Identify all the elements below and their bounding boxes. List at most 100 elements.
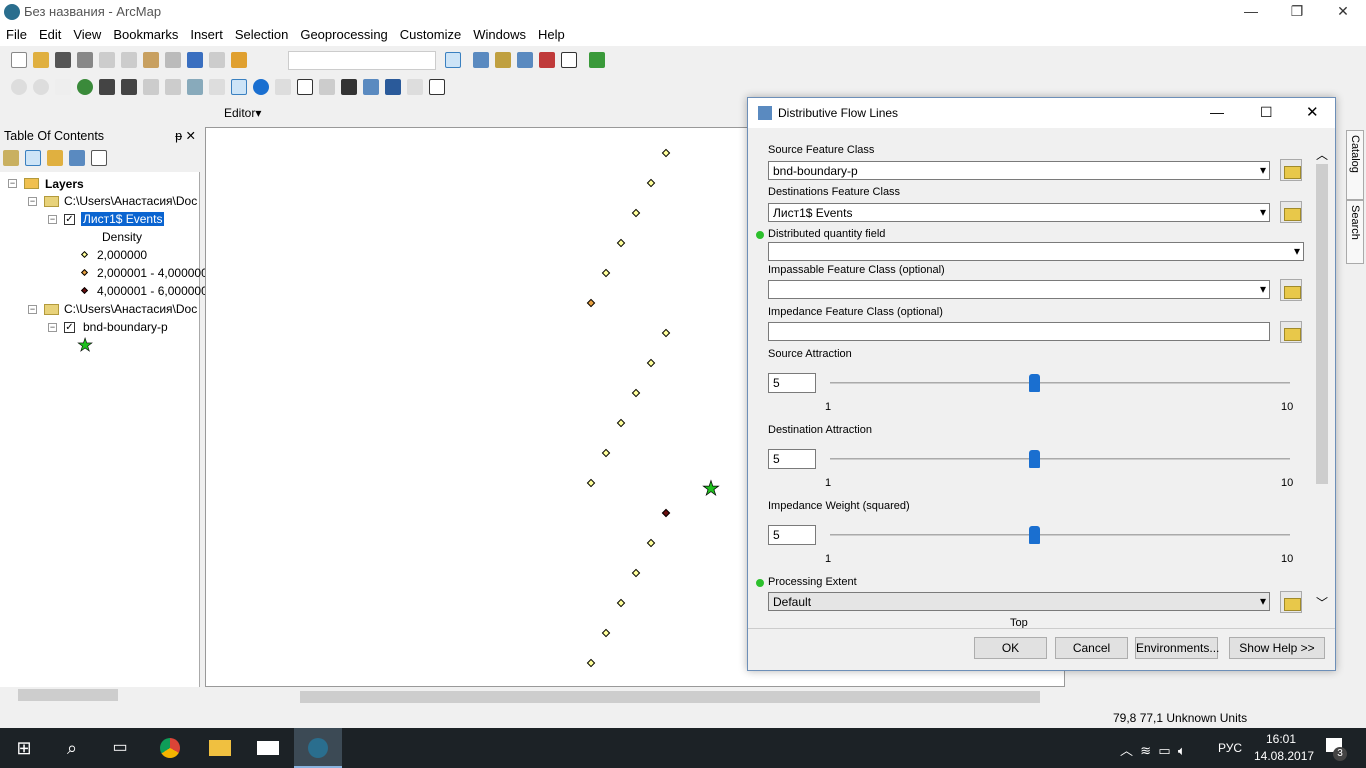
scale-combo[interactable]: [288, 51, 436, 70]
fixed-zoom-in-icon[interactable]: [99, 79, 115, 95]
list-by-selection-icon[interactable]: [69, 150, 85, 166]
options-icon[interactable]: [91, 150, 107, 166]
event-point[interactable]: [586, 658, 596, 668]
event-point[interactable]: [586, 298, 596, 308]
menu-selection[interactable]: Selection: [229, 24, 294, 42]
search-icon[interactable]: ⌕: [48, 728, 96, 768]
arctoolbox-icon[interactable]: [539, 52, 555, 68]
new-icon[interactable]: [11, 52, 27, 68]
slider-value-input[interactable]: 5: [768, 449, 816, 469]
event-point[interactable]: [601, 268, 611, 278]
list-by-source-icon[interactable]: [25, 150, 41, 166]
start-windows-icon[interactable]: ⊞: [0, 728, 48, 768]
toc-horizontal-scrollbar[interactable]: [2, 687, 196, 703]
slider-value-input[interactable]: 5: [768, 373, 816, 393]
clear-selection-icon[interactable]: [209, 79, 225, 95]
toc-window-icon[interactable]: [473, 52, 489, 68]
menu-view[interactable]: View: [67, 24, 107, 42]
print-icon[interactable]: [77, 52, 93, 68]
maximize-button[interactable]: ❐: [1274, 0, 1320, 24]
find-icon[interactable]: [341, 79, 357, 95]
full-extent-icon[interactable]: [77, 79, 93, 95]
quantity-field-select[interactable]: [768, 242, 1304, 261]
event-point[interactable]: [661, 328, 671, 338]
modelbuilder-icon[interactable]: [589, 52, 605, 68]
editor-menu[interactable]: Editor▾: [224, 106, 261, 120]
clock-date[interactable]: 14.08.2017: [1254, 749, 1314, 763]
collapse-group[interactable]: −: [28, 305, 37, 314]
mail-icon[interactable]: [244, 728, 292, 768]
map-horizontal-scrollbar[interactable]: [205, 689, 1065, 705]
chrome-icon[interactable]: [146, 728, 194, 768]
editor-toolbar-icon[interactable]: [445, 52, 461, 68]
slider-track[interactable]: [830, 458, 1290, 460]
event-point[interactable]: [631, 208, 641, 218]
redo-icon[interactable]: [209, 52, 225, 68]
delete-icon[interactable]: [165, 52, 181, 68]
event-point[interactable]: [616, 598, 626, 608]
pan-icon[interactable]: [55, 79, 71, 95]
search-window-icon[interactable]: [517, 52, 533, 68]
dialog-close-button[interactable]: ✕: [1306, 103, 1319, 121]
environments-button[interactable]: Environments...: [1135, 637, 1219, 659]
browse-folder-icon[interactable]: [1280, 279, 1302, 301]
toc-close-icon[interactable]: ᵽ ✕: [175, 128, 196, 143]
slider-thumb[interactable]: [1029, 526, 1041, 544]
layer-boundary[interactable]: bnd-boundary-p: [83, 320, 168, 334]
layers-root[interactable]: Layers: [45, 177, 84, 191]
arcmap-taskbar-icon[interactable]: [294, 728, 342, 768]
hyperlink-icon[interactable]: [275, 79, 291, 95]
go-to-xy-icon[interactable]: [385, 79, 401, 95]
language-indicator[interactable]: РУС: [1218, 741, 1242, 755]
browse-folder-icon[interactable]: [1280, 591, 1302, 613]
boundary-star-point-icon[interactable]: ★: [702, 476, 721, 501]
magnifier-icon[interactable]: [429, 79, 445, 95]
cancel-button[interactable]: Cancel: [1055, 637, 1128, 659]
select-elements-icon[interactable]: [231, 79, 247, 95]
event-point[interactable]: [646, 178, 656, 188]
show-help-button[interactable]: Show Help >>: [1229, 637, 1325, 659]
processing-extent-select[interactable]: Default: [768, 592, 1270, 611]
zoom-out-icon[interactable]: [33, 79, 49, 95]
event-point[interactable]: [661, 148, 671, 158]
list-by-visibility-icon[interactable]: [47, 150, 63, 166]
event-point[interactable]: [616, 418, 626, 428]
file-explorer-icon[interactable]: [196, 728, 244, 768]
event-point[interactable]: [661, 508, 671, 518]
event-point[interactable]: [646, 538, 656, 548]
tray-icons[interactable]: ︿ ≋ ▭ 🔈︎: [1120, 740, 1186, 759]
paste-icon[interactable]: [143, 52, 159, 68]
python-icon[interactable]: [561, 52, 577, 68]
catalog-icon[interactable]: [495, 52, 511, 68]
search-tab[interactable]: Search: [1346, 200, 1364, 264]
slider-thumb[interactable]: [1029, 450, 1041, 468]
browse-folder-icon[interactable]: [1280, 159, 1302, 181]
slider-track[interactable]: [830, 534, 1290, 536]
event-point[interactable]: [631, 568, 641, 578]
event-point[interactable]: [631, 388, 641, 398]
cut-icon[interactable]: [99, 52, 115, 68]
event-point[interactable]: [601, 628, 611, 638]
impassable-feature-class-select[interactable]: [768, 280, 1270, 299]
copy-icon[interactable]: [121, 52, 137, 68]
html-popup-icon[interactable]: [297, 79, 313, 95]
destinations-feature-class-select[interactable]: Лист1$ Events: [768, 203, 1270, 222]
back-icon[interactable]: [143, 79, 159, 95]
source-feature-class-select[interactable]: bnd-boundary-p: [768, 161, 1270, 180]
browse-folder-icon[interactable]: [1280, 201, 1302, 223]
catalog-tab[interactable]: Catalog: [1346, 130, 1364, 200]
menu-edit[interactable]: Edit: [33, 24, 67, 42]
event-point[interactable]: [616, 238, 626, 248]
add-data-icon[interactable]: [231, 52, 247, 68]
event-point[interactable]: [601, 448, 611, 458]
layer-visibility-checkbox[interactable]: ✓: [64, 322, 75, 333]
event-point[interactable]: [586, 478, 596, 488]
group-path[interactable]: C:\Users\Анастасия\Doc: [64, 194, 197, 208]
slider-value-input[interactable]: 5: [768, 525, 816, 545]
find-route-icon[interactable]: [363, 79, 379, 95]
minimize-button[interactable]: —: [1228, 0, 1274, 24]
menu-bookmarks[interactable]: Bookmarks: [107, 24, 184, 42]
zoom-in-icon[interactable]: [11, 79, 27, 95]
undo-icon[interactable]: [187, 52, 203, 68]
open-icon[interactable]: [33, 52, 49, 68]
